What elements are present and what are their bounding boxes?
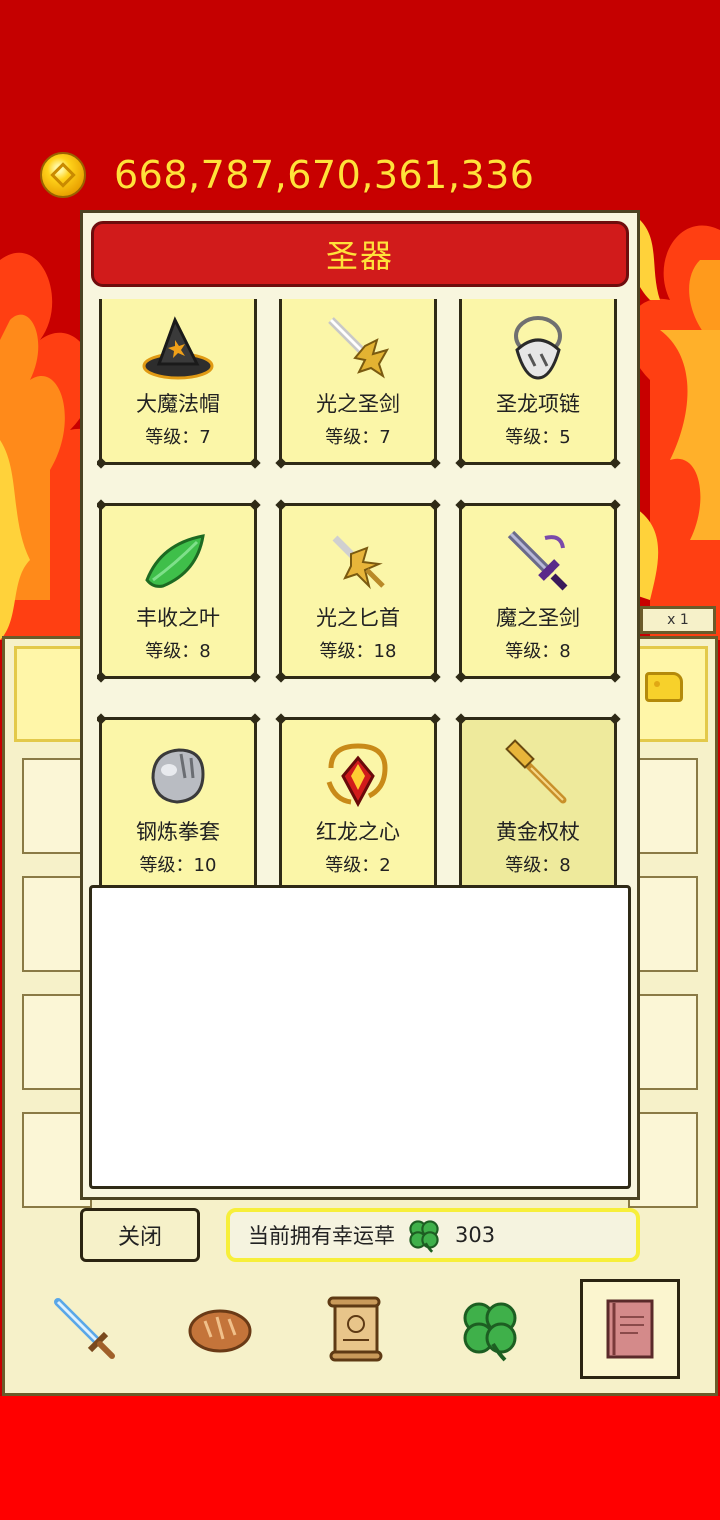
- relic-name: 丰收之叶: [136, 606, 220, 630]
- scroll-icon: [327, 1296, 383, 1361]
- relic-card-dark-sword[interactable]: 魔之圣剑 等级：8: [455, 499, 621, 683]
- relic-level: 等级：10: [139, 855, 217, 876]
- card-corner: [455, 499, 467, 511]
- relic-level: 等级：7: [145, 427, 211, 448]
- sword-icon: [53, 1297, 115, 1359]
- wizard-hat-icon: [142, 316, 214, 380]
- relic-card-wizard-hat[interactable]: 大魔法帽 等级：7: [97, 299, 261, 469]
- relic-level: 等级：18: [319, 641, 397, 662]
- currency-bar: 668,787,670,361,336: [40, 150, 534, 200]
- inventory-slot-highlighted[interactable]: [14, 646, 84, 742]
- relic-name: 圣龙项链: [496, 392, 580, 416]
- clover-icon: [409, 1220, 439, 1253]
- relic-grid: 大魔法帽 等级：7 光之圣剑 等级：7 圣龙项链 等级：5 丰收之叶 等级：8 …: [97, 299, 627, 889]
- dragon-necklace-icon: [514, 316, 562, 380]
- clover-label: 当前拥有幸运草: [248, 1224, 395, 1248]
- card-corner: [249, 671, 261, 683]
- relic-level: 等级：7: [325, 427, 391, 448]
- dialog-header: 圣器: [91, 221, 629, 287]
- relic-name: 光之圣剑: [316, 392, 400, 416]
- card-corner: [455, 671, 467, 683]
- golden-scepter-icon: [505, 739, 567, 804]
- card-corner: [609, 671, 621, 683]
- relic-card-red-dragon-heart[interactable]: 红龙之心 等级：2: [275, 713, 441, 889]
- relic-description-box: [89, 885, 631, 1189]
- gold-coin-icon: [40, 152, 86, 198]
- card-corner: [275, 499, 287, 511]
- card-corner: [275, 457, 287, 469]
- holy-sword-icon: [328, 317, 390, 379]
- bread-icon: [188, 1309, 252, 1352]
- card-corner: [609, 713, 621, 725]
- relic-name: 钢炼拳套: [136, 820, 220, 844]
- relic-name: 光之匕首: [316, 606, 400, 630]
- nav-quests[interactable]: [310, 1284, 400, 1374]
- relic-card-steel-gauntlet[interactable]: 钢炼拳套 等级：10: [97, 713, 261, 889]
- dark-sword-icon: [507, 530, 568, 591]
- nav-relics[interactable]: [580, 1278, 681, 1379]
- nav-weapons[interactable]: [40, 1284, 130, 1374]
- relic-card-holy-sword[interactable]: 光之圣剑 等级：7: [275, 299, 441, 469]
- relic-dialog: 圣器 大魔法帽 等级：7 光之圣剑 等级：7 圣龙项链 等级：5 丰收之叶 等级…: [80, 210, 640, 1200]
- relic-card-dragon-necklace[interactable]: 圣龙项链 等级：5: [455, 299, 621, 469]
- card-corner: [249, 713, 261, 725]
- relic-level: 等级：8: [505, 641, 571, 662]
- card-corner: [609, 499, 621, 511]
- card-corner: [249, 457, 261, 469]
- card-corner: [429, 713, 441, 725]
- nav-clover[interactable]: [445, 1284, 535, 1374]
- card-corner: [97, 499, 107, 511]
- relic-level: 等级：8: [145, 641, 211, 662]
- red-dragon-heart-icon: [326, 743, 388, 808]
- card-corner: [609, 457, 621, 469]
- steel-gauntlet-icon: [151, 748, 205, 804]
- close-button[interactable]: 关闭: [80, 1208, 200, 1262]
- card-corner: [429, 671, 441, 683]
- book-icon: [606, 1299, 654, 1358]
- relic-name: 黄金权杖: [496, 820, 580, 844]
- relic-name: 红龙之心: [316, 820, 400, 844]
- relic-name: 大魔法帽: [136, 392, 220, 416]
- cheese-icon: [645, 672, 683, 702]
- card-corner: [455, 713, 467, 725]
- card-corner: [97, 671, 107, 683]
- relic-card-light-dagger[interactable]: 光之匕首 等级：18: [275, 499, 441, 683]
- card-corner: [97, 457, 107, 469]
- leaf-icon: [145, 534, 205, 588]
- relic-level: 等级：8: [505, 855, 571, 876]
- card-corner: [429, 499, 441, 511]
- relic-card-leaf[interactable]: 丰收之叶 等级：8: [97, 499, 261, 683]
- card-corner: [275, 713, 287, 725]
- dialog-title: 圣器: [325, 237, 394, 275]
- bottom-nav: [2, 1264, 718, 1396]
- clover-icon: [463, 1302, 517, 1361]
- clover-count: 303: [455, 1223, 496, 1247]
- card-corner: [455, 457, 467, 469]
- coin-amount: 668,787,670,361,336: [114, 153, 535, 197]
- card-corner: [429, 457, 441, 469]
- card-corner: [97, 713, 107, 725]
- relic-level: 等级：2: [325, 855, 391, 876]
- clover-count-bar: 当前拥有幸运草 303: [226, 1208, 640, 1262]
- relic-level: 等级：5: [505, 427, 571, 448]
- card-corner: [249, 499, 261, 511]
- relic-name: 魔之圣剑: [496, 606, 580, 630]
- light-dagger-icon: [332, 535, 385, 590]
- multiplier-tab[interactable]: x 1: [640, 606, 716, 634]
- nav-food[interactable]: [175, 1284, 265, 1374]
- card-corner: [275, 671, 287, 683]
- relic-card-golden-scepter[interactable]: 黄金权杖 等级：8: [455, 713, 621, 889]
